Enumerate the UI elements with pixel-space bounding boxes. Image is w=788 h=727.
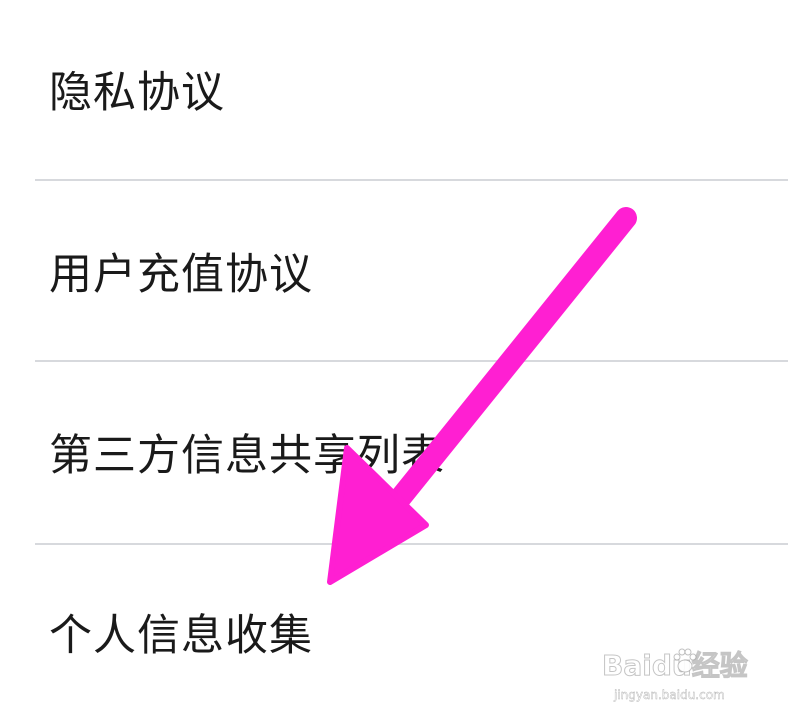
menu-item-label: 第三方信息共享列表 bbox=[49, 431, 445, 481]
menu-item-third-party-sharing-list[interactable]: 第三方信息共享列表 bbox=[0, 362, 788, 544]
menu-item-recharge-agreement[interactable]: 用户充值协议 bbox=[0, 181, 788, 363]
menu-item-label: 个人信息收集 bbox=[49, 611, 313, 661]
baidu-jingyan-watermark: Baidu经验 jingyan.baidu.com bbox=[602, 644, 748, 708]
menu-item-privacy-policy[interactable]: 隐私协议 bbox=[0, 0, 788, 182]
watermark-url: jingyan.baidu.com bbox=[614, 688, 725, 702]
menu-item-label: 用户充值协议 bbox=[49, 250, 313, 300]
paw-icon bbox=[673, 648, 697, 673]
settings-menu-list: 隐私协议 用户充值协议 第三方信息共享列表 个人信息收集 bbox=[0, 0, 788, 720]
menu-item-label: 隐私协议 bbox=[49, 68, 225, 118]
